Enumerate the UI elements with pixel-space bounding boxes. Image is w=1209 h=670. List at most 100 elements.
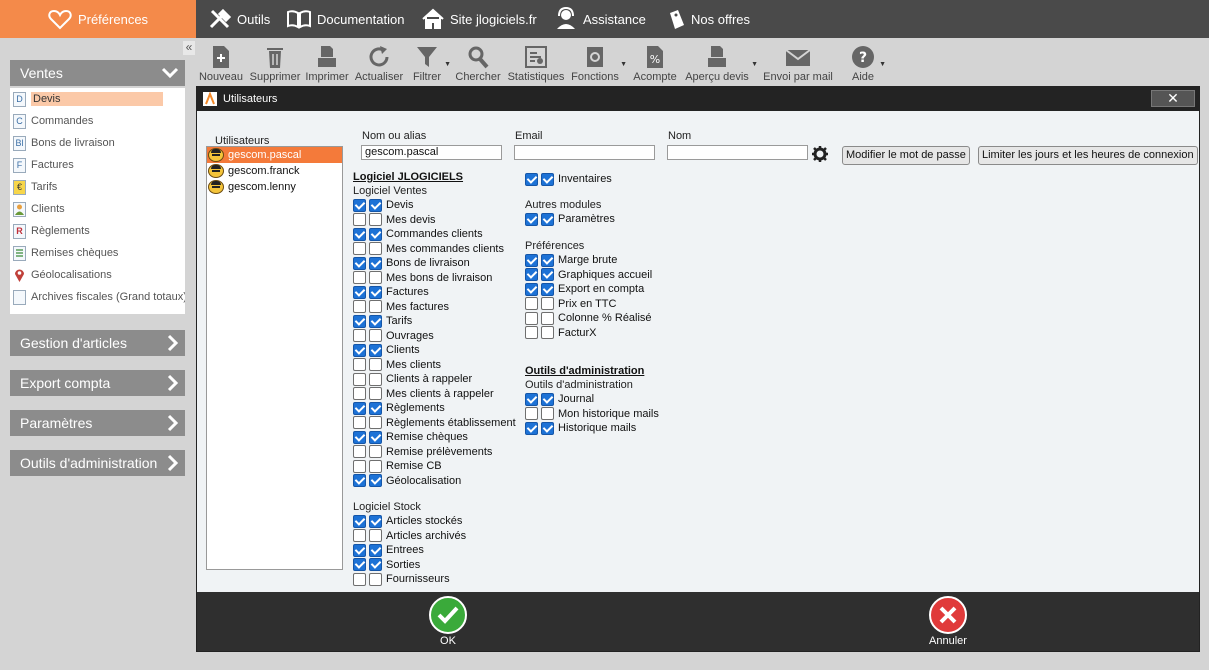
permission-checkbox-edit[interactable] — [369, 314, 382, 328]
sidebar-item-remises-cheques[interactable]: Remises chèques — [10, 242, 185, 264]
permission-checkbox-edit[interactable] — [541, 311, 554, 325]
limit-hours-button[interactable]: Limiter les jours et les heures de conne… — [978, 146, 1198, 165]
preview-quote-button[interactable]: Aperçu devis ▼ — [684, 38, 758, 86]
permission-checkbox-access[interactable] — [525, 326, 538, 339]
permission-checkbox-access[interactable] — [353, 271, 366, 284]
permission-checkbox-access[interactable] — [525, 172, 538, 186]
permission-checkbox-access[interactable] — [525, 311, 538, 325]
sidebar-item-bons-livraison[interactable]: Bl Bons de livraison — [10, 132, 185, 154]
permission-checkbox-edit[interactable] — [369, 558, 382, 571]
permission-checkbox-access[interactable] — [353, 401, 366, 415]
user-row[interactable]: gescom.lenny — [207, 179, 342, 195]
print-button[interactable]: Imprimer — [305, 38, 349, 86]
permission-checkbox-edit[interactable] — [369, 416, 382, 429]
permission-checkbox-edit[interactable] — [369, 474, 382, 487]
filter-button[interactable]: Filtrer ▼ — [411, 38, 451, 86]
permission-checkbox-access[interactable] — [525, 268, 538, 281]
sidebar-item-factures[interactable]: F Factures — [10, 154, 185, 176]
permission-checkbox-access[interactable] — [353, 242, 366, 255]
permission-checkbox-access[interactable] — [525, 212, 538, 226]
permission-checkbox-access[interactable] — [353, 300, 366, 313]
preview-dropdown-icon[interactable]: ▼ — [751, 61, 758, 68]
permission-checkbox-edit[interactable] — [369, 300, 382, 313]
permission-checkbox-edit[interactable] — [369, 387, 382, 400]
nav-outils[interactable]: Outils — [208, 0, 270, 38]
user-row[interactable]: gescom.pascal — [207, 147, 342, 163]
permission-checkbox-access[interactable] — [353, 514, 366, 528]
permission-checkbox-access[interactable] — [525, 407, 538, 420]
permission-checkbox-edit[interactable] — [369, 358, 382, 371]
section-parametres[interactable]: Paramètres — [10, 410, 185, 436]
permission-checkbox-access[interactable] — [353, 572, 366, 586]
permission-checkbox-access[interactable] — [353, 198, 366, 212]
permission-checkbox-access[interactable] — [353, 416, 366, 429]
nav-documentation[interactable]: Documentation — [286, 0, 404, 38]
filter-dropdown-icon[interactable]: ▼ — [444, 61, 451, 68]
close-button[interactable]: ✕ — [1151, 90, 1195, 107]
sidebar-item-commandes[interactable]: C Commandes — [10, 110, 185, 132]
permission-checkbox-access[interactable] — [353, 558, 366, 571]
user-row[interactable]: gescom.franck — [207, 163, 342, 179]
permission-checkbox-edit[interactable] — [541, 326, 554, 339]
email-input[interactable] — [514, 145, 655, 160]
permission-checkbox-access[interactable] — [353, 445, 366, 458]
permission-checkbox-access[interactable] — [525, 297, 538, 310]
permission-checkbox-edit[interactable] — [369, 372, 382, 386]
permission-checkbox-access[interactable] — [353, 474, 366, 487]
permission-checkbox-access[interactable] — [353, 285, 366, 299]
nom-input[interactable] — [667, 145, 808, 160]
sidebar-item-devis[interactable]: D Devis — [10, 88, 185, 110]
gear-icon[interactable] — [811, 145, 829, 163]
permission-checkbox-edit[interactable] — [369, 401, 382, 415]
sidebar-item-clients[interactable]: Clients — [10, 198, 185, 220]
permission-checkbox-access[interactable] — [353, 256, 366, 270]
section-export-compta[interactable]: Export compta — [10, 370, 185, 396]
sidebar-item-geolocalisations[interactable]: Géolocalisations — [10, 264, 185, 286]
permission-checkbox-access[interactable] — [353, 372, 366, 386]
delete-button[interactable]: Supprimer — [249, 38, 301, 86]
cancel-button[interactable]: Annuler — [929, 596, 967, 647]
new-button[interactable]: Nouveau — [199, 38, 243, 86]
permission-checkbox-access[interactable] — [353, 343, 366, 357]
functions-dropdown-icon[interactable]: ▼ — [620, 61, 627, 68]
permission-checkbox-edit[interactable] — [369, 514, 382, 528]
search-button[interactable]: Chercher — [454, 38, 502, 86]
collapse-sidebar-button[interactable]: « — [183, 41, 195, 55]
permission-checkbox-access[interactable] — [353, 314, 366, 328]
permission-checkbox-access[interactable] — [525, 392, 538, 406]
permission-checkbox-access[interactable] — [353, 358, 366, 371]
sidebar-item-archives-fiscales[interactable]: Archives fiscales (Grand totaux) — [10, 286, 185, 308]
users-list[interactable]: gescom.pascal gescom.franck gescom.lenny — [206, 146, 343, 570]
permission-checkbox-edit[interactable] — [369, 329, 382, 342]
permission-checkbox-edit[interactable] — [541, 172, 554, 186]
permission-checkbox-edit[interactable] — [369, 285, 382, 299]
ok-button[interactable]: OK — [429, 596, 467, 647]
permission-checkbox-edit[interactable] — [541, 282, 554, 296]
permission-checkbox-edit[interactable] — [541, 268, 554, 281]
permission-checkbox-access[interactable] — [525, 421, 538, 435]
permission-checkbox-edit[interactable] — [369, 227, 382, 241]
deposit-button[interactable]: % Acompte — [633, 38, 677, 86]
permission-checkbox-access[interactable] — [353, 213, 366, 226]
help-button[interactable]: ? Aide ▼ — [848, 38, 886, 86]
permission-checkbox-edit[interactable] — [369, 543, 382, 557]
refresh-button[interactable]: Actualiser — [354, 38, 404, 86]
sidebar-item-reglements[interactable]: R Règlements — [10, 220, 185, 242]
permission-checkbox-access[interactable] — [353, 387, 366, 400]
help-dropdown-icon[interactable]: ▼ — [879, 61, 886, 68]
permission-checkbox-access[interactable] — [353, 529, 366, 542]
statistics-button[interactable]: Statistiques — [508, 38, 564, 86]
functions-button[interactable]: Fonctions ▼ — [571, 38, 627, 86]
sidebar-item-tarifs[interactable]: € Tarifs — [10, 176, 185, 198]
preferences-tab[interactable]: Préférences — [0, 0, 196, 38]
permission-checkbox-edit[interactable] — [369, 242, 382, 255]
permission-checkbox-edit[interactable] — [369, 572, 382, 586]
send-email-button[interactable]: Envoi par mail — [763, 38, 833, 86]
section-outils-administration[interactable]: Outils d'administration — [10, 450, 185, 476]
permission-checkbox-access[interactable] — [353, 329, 366, 342]
permission-checkbox-access[interactable] — [525, 282, 538, 296]
permission-checkbox-edit[interactable] — [369, 271, 382, 284]
permission-checkbox-edit[interactable] — [541, 253, 554, 267]
permission-checkbox-edit[interactable] — [541, 407, 554, 420]
permission-checkbox-access[interactable] — [353, 227, 366, 241]
